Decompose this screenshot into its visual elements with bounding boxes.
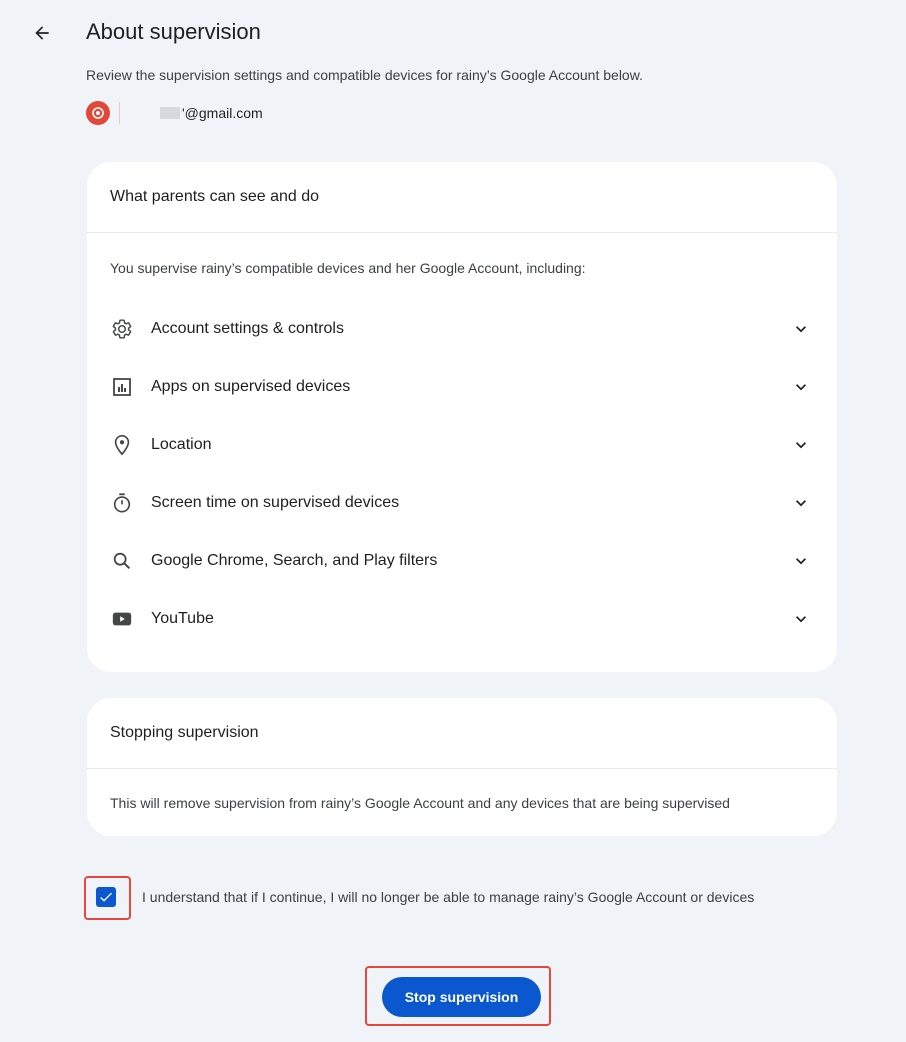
parents-card-heading: What parents can see and do (87, 162, 837, 233)
item-label: Screen time on supervised devices (151, 494, 400, 511)
avatar-icon (92, 107, 104, 119)
item-label: Account settings & controls (151, 320, 344, 337)
checkmark-icon (100, 892, 112, 902)
chevron-down-icon[interactable] (789, 375, 813, 399)
youtube-icon (110, 607, 134, 631)
back-button[interactable] (26, 17, 58, 49)
arrow-back-icon (35, 26, 49, 40)
page-title: About supervision (86, 19, 261, 44)
understand-checkbox[interactable] (96, 887, 116, 907)
item-filters[interactable]: Google Chrome, Search, and Play filters (87, 532, 837, 590)
email-redaction (160, 107, 180, 119)
avatar (86, 101, 110, 125)
item-account-settings[interactable]: Account settings & controls (87, 300, 837, 358)
chevron-down-icon[interactable] (789, 317, 813, 341)
supervision-list: Account settings & controls Apps on supe… (87, 300, 837, 648)
location-pin-icon (110, 433, 134, 457)
gear-icon (110, 317, 134, 341)
item-label: Location (151, 436, 212, 453)
item-label: YouTube (151, 610, 214, 627)
page-subtitle: Review the supervision settings and comp… (86, 67, 643, 83)
understand-checkbox-label: I understand that if I continue, I will … (142, 889, 755, 905)
stopping-card-body: This will remove supervision from rainy’… (110, 795, 730, 811)
item-label: Apps on supervised devices (151, 378, 351, 395)
chevron-down-icon[interactable] (789, 433, 813, 457)
item-youtube[interactable]: YouTube (87, 590, 837, 648)
chevron-down-icon[interactable] (789, 607, 813, 631)
stop-supervision-button[interactable]: Stop supervision (382, 977, 541, 1017)
account-email: '@gmail.com (182, 105, 263, 121)
chevron-down-icon[interactable] (789, 491, 813, 515)
account-row: '@gmail.com (86, 101, 263, 125)
stopping-card: Stopping supervision This will remove su… (87, 698, 837, 836)
item-location[interactable]: Location (87, 416, 837, 474)
apps-chart-icon (110, 375, 134, 399)
item-label: Google Chrome, Search, and Play filters (151, 552, 438, 569)
item-apps[interactable]: Apps on supervised devices (87, 358, 837, 416)
search-icon (110, 549, 134, 573)
item-screen-time[interactable]: Screen time on supervised devices (87, 474, 837, 532)
stopping-card-heading: Stopping supervision (87, 698, 837, 769)
avatar-divider (119, 102, 120, 124)
parents-card-intro: You supervise rainy’s compatible devices… (110, 260, 586, 276)
parents-card: What parents can see and do You supervis… (87, 162, 837, 672)
timer-icon (110, 491, 134, 515)
chevron-down-icon[interactable] (789, 549, 813, 573)
